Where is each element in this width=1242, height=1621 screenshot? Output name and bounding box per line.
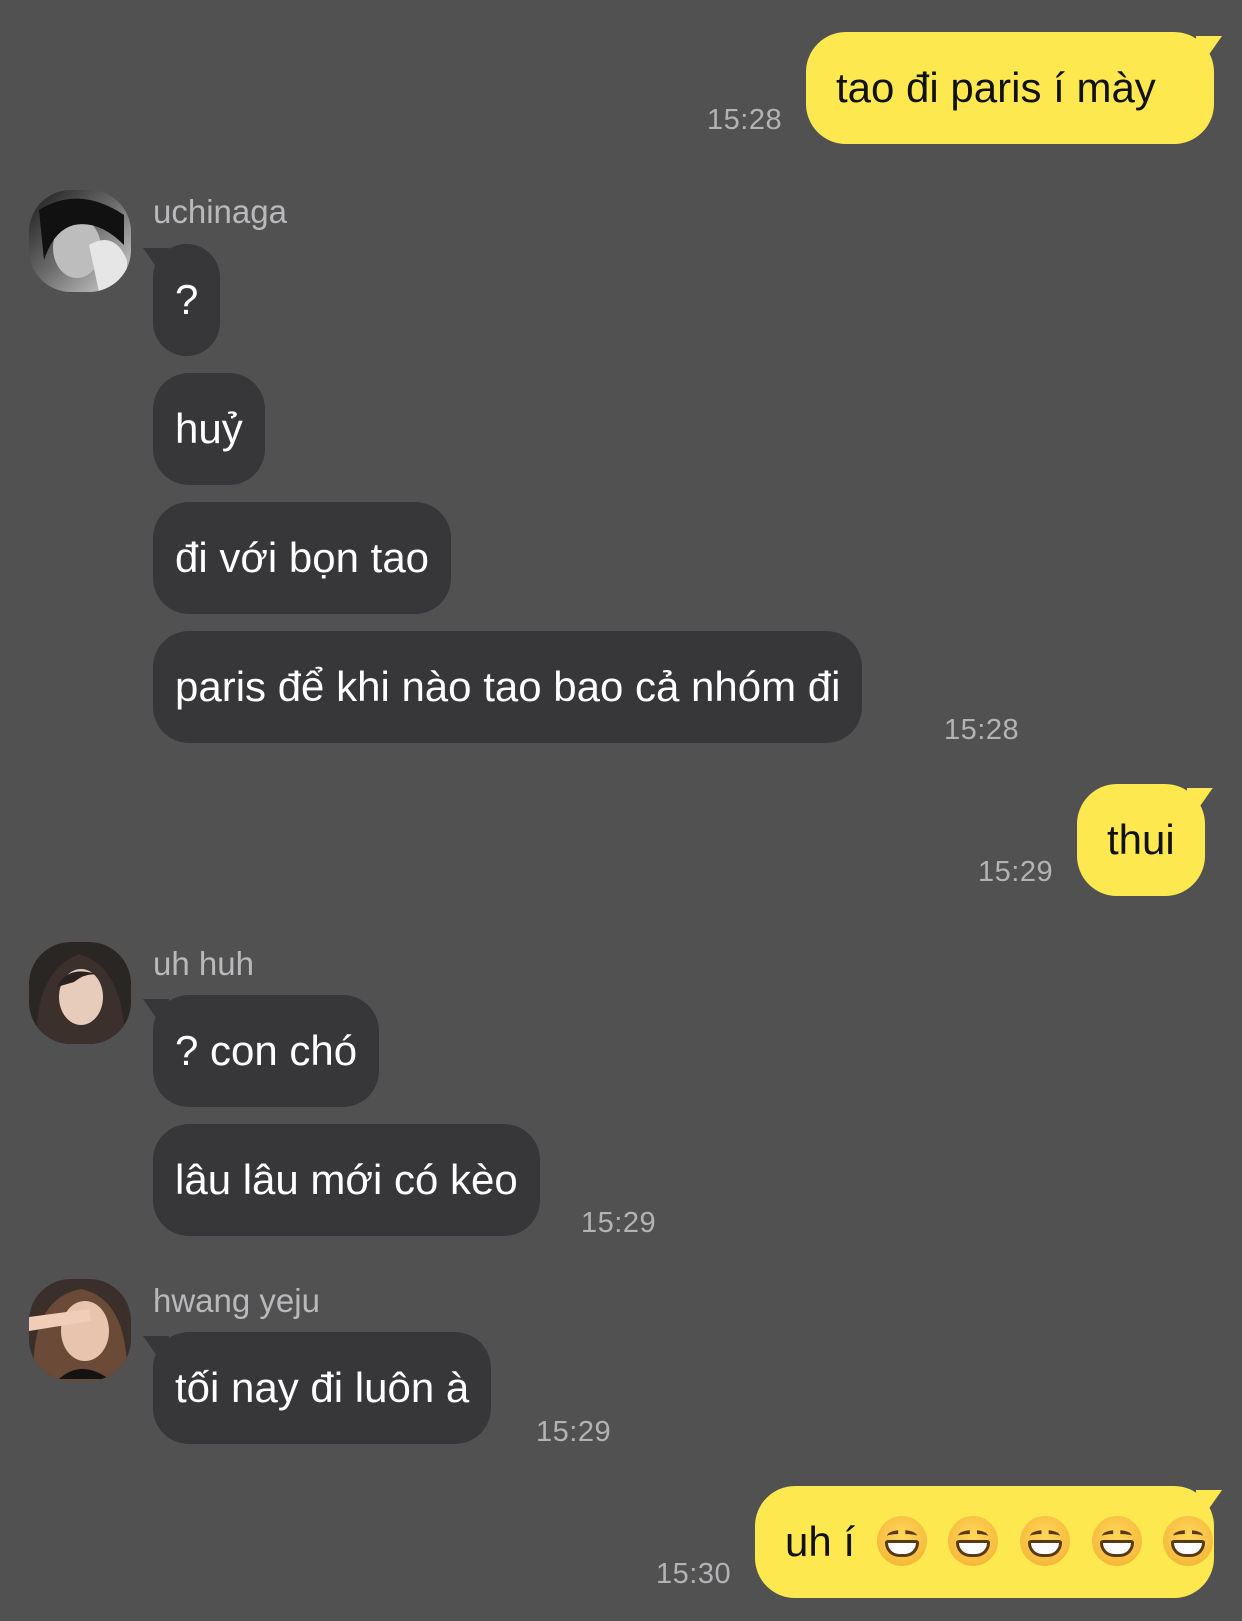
avatar-photo-icon [29, 1279, 131, 1381]
message-timestamp: 15:29 [581, 1207, 657, 1239]
message-timestamp: 15:29 [978, 856, 1054, 888]
avatar[interactable] [29, 942, 131, 1044]
incoming-message-bubble[interactable]: ? con chó [153, 995, 380, 1107]
avatar[interactable] [29, 190, 131, 292]
avatar[interactable] [29, 1279, 131, 1381]
incoming-message-bubble[interactable]: huỷ [153, 373, 265, 485]
grinning-face-emoji-icon [1163, 1515, 1214, 1566]
incoming-message-bubble[interactable]: paris để khi nào tao bao cả nhóm đi [153, 631, 863, 743]
message-timestamp: 15:28 [944, 714, 1020, 746]
incoming-message-bubble[interactable]: ? [153, 244, 221, 356]
message-text: uh í [785, 1518, 856, 1565]
outgoing-message-bubble[interactable]: uh í [755, 1486, 1214, 1598]
sender-name: hwang yeju [153, 1282, 320, 1319]
grinning-face-emoji-icon [876, 1515, 927, 1566]
message-text: paris để khi nào tao bao cả nhóm đi [175, 663, 841, 710]
grinning-face-emoji-icon [948, 1515, 999, 1566]
message-text: tối nay đi luôn à [175, 1364, 470, 1411]
grinning-face-emoji-icon [1091, 1515, 1142, 1566]
message-text: thui [1107, 816, 1175, 863]
avatar-photo-icon [29, 942, 131, 1044]
incoming-message-bubble[interactable]: lâu lâu mới có kèo [153, 1124, 540, 1236]
outgoing-message-bubble[interactable]: thui [1077, 784, 1205, 896]
sender-name: uh huh [153, 945, 254, 982]
message-timestamp: 15:29 [536, 1416, 612, 1448]
message-text: đi với bọn tao [175, 534, 430, 581]
incoming-message-bubble[interactable]: đi với bọn tao [153, 502, 452, 614]
message-text: lâu lâu mới có kèo [175, 1156, 518, 1203]
message-text: ? [175, 276, 199, 323]
message-text: tao đi paris í mày [836, 64, 1156, 111]
message-timestamp: 15:28 [707, 104, 783, 136]
outgoing-message-bubble[interactable]: tao đi paris í mày [806, 32, 1214, 144]
sender-name: uchinaga [153, 193, 287, 230]
message-text: huỷ [175, 405, 243, 452]
avatar-photo-icon [29, 190, 131, 292]
grinning-face-emoji-icon [1020, 1515, 1071, 1566]
message-timestamp: 15:30 [656, 1558, 732, 1590]
incoming-message-bubble[interactable]: tối nay đi luôn à [153, 1332, 492, 1444]
message-text: ? con chó [175, 1027, 358, 1074]
